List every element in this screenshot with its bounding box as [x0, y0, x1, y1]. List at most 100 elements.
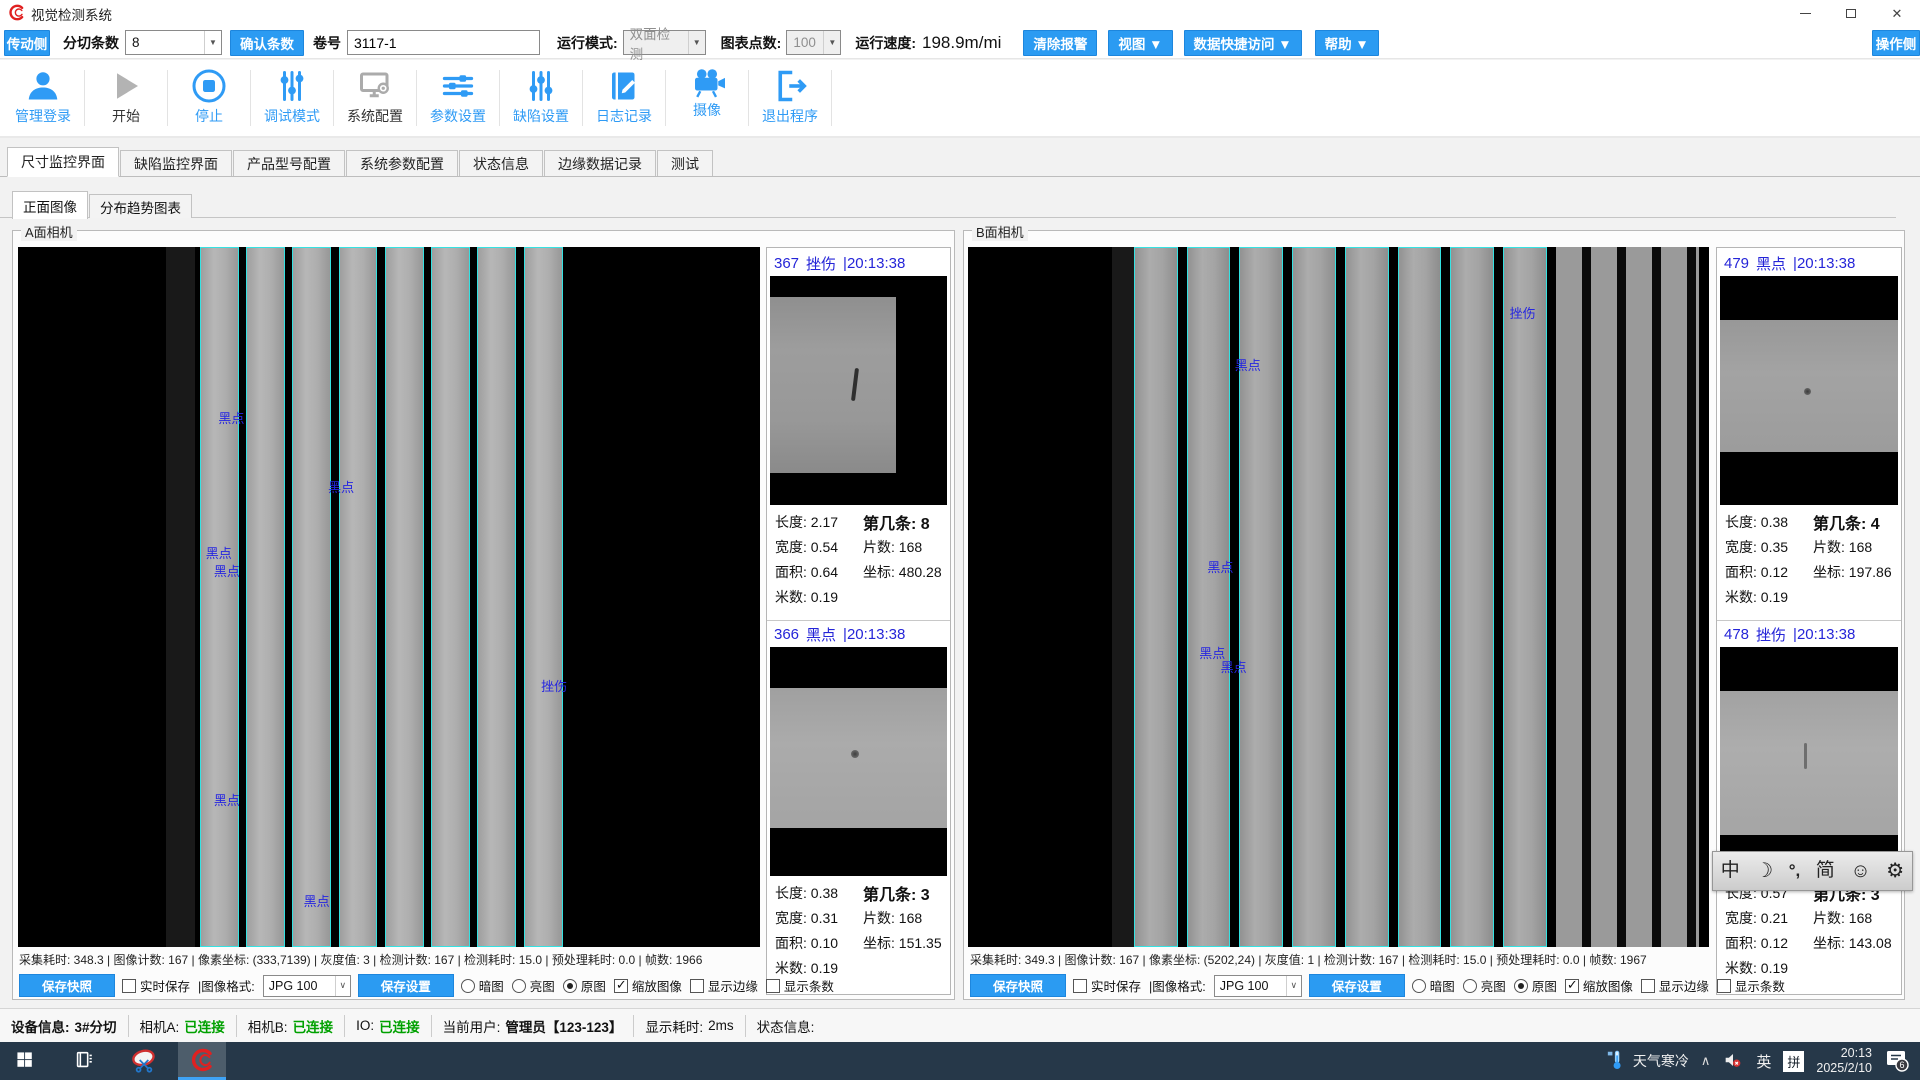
tab-test[interactable]: 测试: [657, 150, 713, 176]
camera-a-status-label: 相机A:: [140, 1016, 180, 1036]
gear-icon[interactable]: ⚙: [1886, 851, 1904, 891]
chevron-down-icon: ∨: [335, 976, 350, 996]
image-format-select[interactable]: JPG 100∨: [1214, 975, 1302, 997]
device-info-label: 设备信息:: [11, 1016, 70, 1036]
dark-image-radio[interactable]: [1412, 979, 1426, 993]
chevron-down-icon: ▼: [688, 31, 705, 54]
camera-b-status-label: 相机B:: [248, 1016, 288, 1036]
ime-punctuation-mode[interactable]: °,: [1789, 851, 1801, 891]
save-snapshot-button[interactable]: 保存快照: [970, 974, 1066, 997]
volume-muted-icon[interactable]: [1722, 1049, 1744, 1074]
clear-alarm-button[interactable]: 清除报警: [1023, 30, 1097, 56]
film-strip: [431, 247, 470, 947]
ime-mode-indicator[interactable]: 拼: [1783, 1051, 1804, 1072]
bright-image-radio[interactable]: [1463, 979, 1477, 993]
show-strips-checkbox[interactable]: [766, 979, 780, 993]
admin-login-button[interactable]: 管理登录: [6, 60, 80, 136]
camera-b-status-value: 已连接: [293, 1016, 334, 1036]
image-format-select[interactable]: JPG 100∨: [263, 975, 351, 997]
drive-side-button[interactable]: 传动侧: [4, 30, 50, 56]
app-taskbar-button[interactable]: [178, 1042, 226, 1080]
defect-label: 挫伤: [1510, 303, 1536, 322]
start-button[interactable]: 开始: [89, 60, 163, 136]
film-surface: [1720, 320, 1898, 453]
current-user-label: 当前用户:: [443, 1016, 501, 1036]
tab-system-param-config[interactable]: 系统参数配置: [346, 150, 458, 176]
debug-mode-button[interactable]: 调试模式: [255, 60, 329, 136]
clock[interactable]: 20:13 2025/2/10: [1816, 1046, 1872, 1076]
save-snapshot-button[interactable]: 保存快照: [19, 974, 115, 997]
subtab-front-image[interactable]: 正面图像: [12, 191, 88, 219]
task-view-button[interactable]: [60, 1042, 108, 1080]
stop-button[interactable]: 停止: [172, 60, 246, 136]
bright-image-radio[interactable]: [512, 979, 526, 993]
log-record-button[interactable]: 日志记录: [587, 60, 661, 136]
tab-size-monitor[interactable]: 尺寸监控界面: [7, 147, 119, 177]
maximize-button[interactable]: [1828, 0, 1874, 27]
tab-edge-data-record[interactable]: 边缘数据记录: [544, 150, 656, 176]
exit-program-button[interactable]: 退出程序: [753, 60, 827, 136]
tab-product-model-config[interactable]: 产品型号配置: [233, 150, 345, 176]
defect-label: 黑点: [304, 891, 330, 910]
original-image-radio[interactable]: [1514, 979, 1528, 993]
status-bar: 设备信息:3#分切 相机A:已连接 相机B:已连接 IO:已连接 当前用户:管理…: [0, 1008, 1920, 1042]
emoji-icon[interactable]: ☺: [1850, 851, 1870, 891]
ime-simplified-mode[interactable]: 简: [1816, 851, 1835, 891]
original-image-radio[interactable]: [563, 979, 577, 993]
snipping-tool-button[interactable]: [120, 1042, 168, 1080]
app-logo-icon: [8, 4, 25, 24]
film-strip: [1503, 247, 1547, 947]
realtime-save-checkbox[interactable]: [1073, 979, 1087, 993]
param-settings-button[interactable]: 参数设置: [421, 60, 495, 136]
defect-settings-button[interactable]: 缺陷设置: [504, 60, 578, 136]
roll-number-label: 卷号: [313, 33, 341, 53]
show-edge-checkbox[interactable]: [690, 979, 704, 993]
slit-count-select[interactable]: 8▼: [125, 30, 222, 55]
minimize-button[interactable]: [1782, 0, 1828, 27]
notification-center-button[interactable]: 6: [1884, 1047, 1910, 1076]
image-format-label: |图像格式:: [1149, 976, 1206, 995]
defect-fields: 长度: 0.38第几条: 3 宽度: 0.31片数: 168 面积: 0.10坐…: [767, 876, 950, 980]
ime-chinese-mode[interactable]: 中: [1721, 851, 1740, 891]
run-mode-select[interactable]: 双面检测▼: [623, 30, 706, 55]
view-menu-button[interactable]: 视图 ▼: [1108, 30, 1172, 56]
run-mode-label: 运行模式:: [557, 33, 618, 53]
hidden-icons-button[interactable]: ∧: [1701, 1053, 1711, 1069]
capture-button[interactable]: 摄像: [670, 60, 744, 136]
camera-a-title: A面相机: [21, 222, 77, 241]
divider: [499, 70, 500, 126]
close-button[interactable]: ✕: [1874, 0, 1920, 27]
start-menu-button[interactable]: [0, 1042, 48, 1080]
moon-icon[interactable]: ☽: [1755, 851, 1773, 891]
confirm-count-button[interactable]: 确认条数: [230, 30, 304, 56]
defect-detail-panel: 366 黑点 |20:13:38 长度: 0.38第几条: 3 宽度: 0.31…: [767, 620, 950, 982]
roll-number-input[interactable]: [347, 30, 540, 55]
data-quick-access-button[interactable]: 数据快捷访问 ▼: [1184, 30, 1302, 56]
defect-time: |20:13:38: [1793, 626, 1855, 643]
zoom-image-checkbox[interactable]: [1565, 979, 1579, 993]
show-strips-checkbox[interactable]: [1717, 979, 1731, 993]
film-strip: [1292, 247, 1336, 947]
tab-defect-monitor[interactable]: 缺陷监控界面: [120, 150, 232, 176]
chart-points-label: 图表点数:: [721, 33, 782, 53]
save-settings-button[interactable]: 保存设置: [358, 974, 454, 997]
operator-side-button[interactable]: 操作侧: [1872, 30, 1920, 56]
show-edge-checkbox[interactable]: [1641, 979, 1655, 993]
chart-points-select[interactable]: 100▼: [786, 30, 841, 55]
film-strip: [1398, 247, 1442, 947]
display-time-label: 显示耗时:: [645, 1016, 703, 1036]
film-side-stripes: [1556, 247, 1699, 947]
save-settings-button[interactable]: 保存设置: [1309, 974, 1405, 997]
tab-status-info[interactable]: 状态信息: [459, 150, 543, 176]
dark-image-radio[interactable]: [461, 979, 475, 993]
zoom-image-checkbox[interactable]: [614, 979, 628, 993]
weather-widget[interactable]: 天气寒冷: [1606, 1048, 1689, 1075]
language-indicator[interactable]: 英: [1756, 1051, 1771, 1072]
help-menu-button[interactable]: 帮助 ▼: [1315, 30, 1379, 56]
system-config-button[interactable]: 系统配置: [338, 60, 412, 136]
status-info-label: 状态信息:: [757, 1016, 815, 1036]
defect-time: |20:13:38: [1793, 255, 1855, 272]
realtime-save-checkbox[interactable]: [122, 979, 136, 993]
subtab-trend-chart[interactable]: 分布趋势图表: [89, 194, 192, 218]
film-strip: [200, 247, 239, 947]
